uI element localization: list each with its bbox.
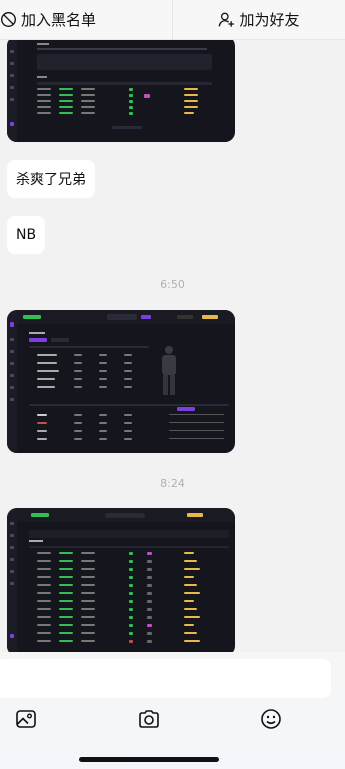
match-row	[29, 592, 225, 595]
camera-icon	[139, 710, 159, 728]
match-row	[29, 576, 225, 579]
emoji-button[interactable]	[259, 707, 283, 731]
app-sidebar	[7, 508, 17, 652]
text-message-bubble[interactable]: 杀爽了兄弟	[7, 160, 95, 198]
add-friend-label: 加为好友	[239, 11, 300, 29]
match-row	[29, 552, 225, 555]
app-sidebar	[7, 40, 17, 142]
home-indicator	[79, 757, 219, 762]
add-friend-button[interactable]: 加为好友	[173, 0, 345, 39]
app-header	[17, 508, 235, 522]
message-text: 杀爽了兄弟	[16, 172, 86, 188]
image-message-game-loadout[interactable]	[7, 310, 235, 453]
match-row	[29, 600, 225, 603]
match-row	[29, 568, 225, 571]
app-header	[17, 310, 235, 324]
image-picker-button[interactable]	[14, 707, 38, 731]
chat-message-list[interactable]: 杀爽了兄弟 NB 6:50 8:24	[0, 40, 345, 652]
chat-input-bar	[0, 652, 345, 769]
block-user-button[interactable]: 加入黑名单	[0, 0, 173, 39]
match-row	[29, 624, 225, 627]
app-sidebar	[7, 310, 17, 453]
add-user-icon	[219, 12, 235, 27]
match-row	[29, 632, 225, 635]
character-figure	[157, 346, 181, 396]
match-row	[29, 608, 225, 611]
chat-action-bar: 加入黑名单 加为好友	[0, 0, 345, 40]
message-input[interactable]	[0, 659, 331, 698]
image-message-match-list[interactable]	[7, 508, 235, 652]
message-timestamp: 6:50	[160, 278, 185, 291]
match-row	[29, 584, 225, 587]
match-row	[29, 560, 225, 563]
block-user-label: 加入黑名单	[21, 11, 97, 29]
message-timestamp: 8:24	[160, 477, 185, 490]
block-icon	[1, 12, 16, 27]
image-message-game-history[interactable]	[7, 40, 235, 142]
emoji-icon	[261, 709, 281, 729]
match-row	[29, 640, 225, 643]
message-text: NB	[16, 227, 37, 243]
text-message-bubble[interactable]: NB	[7, 216, 46, 254]
match-row	[29, 616, 225, 619]
camera-button[interactable]	[137, 707, 161, 731]
image-icon	[16, 710, 36, 728]
